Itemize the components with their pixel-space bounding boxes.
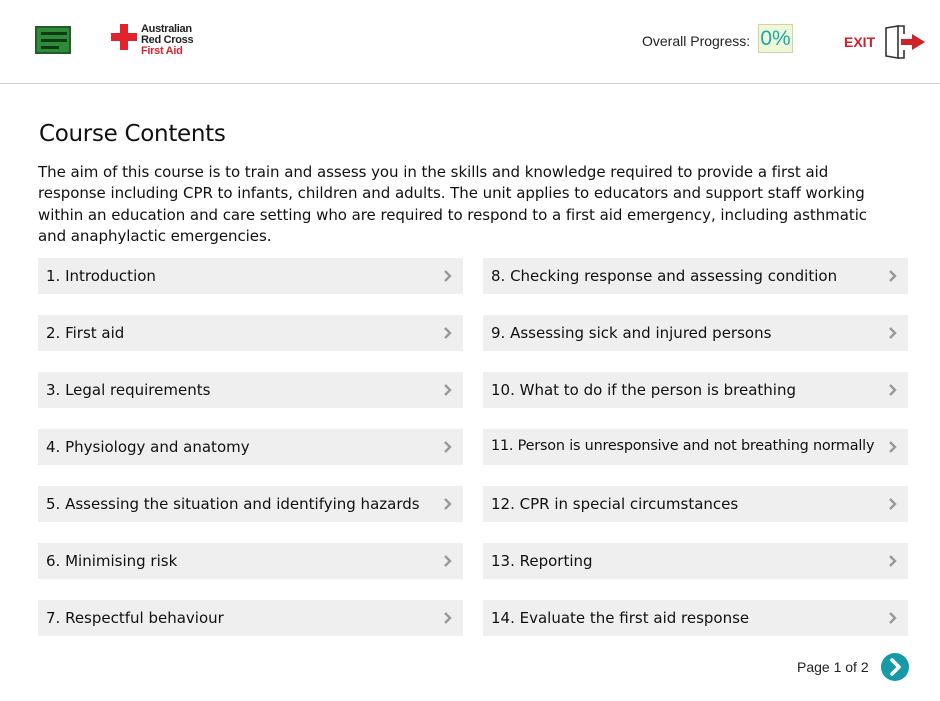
exit-door-arrow-icon [885, 25, 925, 59]
course-item[interactable]: 14. Evaluate the first aid response [483, 600, 908, 636]
app-header: Australian Red Cross First Aid Overall P… [0, 0, 940, 84]
course-contents-list: 1. Introduction 2. First aid 3. Legal re… [38, 258, 908, 638]
exit-button[interactable]: EXIT [844, 24, 930, 59]
course-item-label: 1. Introduction [46, 267, 156, 285]
course-item[interactable]: 7. Respectful behaviour [38, 600, 463, 636]
chevron-right-icon [444, 327, 452, 339]
progress-value: 0% [758, 24, 793, 53]
chevron-right-icon [444, 441, 452, 453]
chevron-right-circle-icon [890, 658, 901, 676]
menu-button[interactable] [35, 26, 71, 54]
chevron-right-icon [889, 612, 897, 624]
chevron-right-icon [444, 384, 452, 396]
progress-label: Overall Progress: [642, 33, 751, 49]
red-cross-logo: Australian Red Cross First Aid [111, 23, 211, 63]
page-indicator: Page 1 of 2 [797, 659, 869, 675]
course-intro-text: The aim of this course is to train and a… [38, 163, 868, 245]
hamburger-menu-icon [41, 32, 67, 35]
chevron-right-icon [889, 441, 897, 453]
course-item[interactable]: 9. Assessing sick and injured persons [483, 315, 908, 351]
exit-label: EXIT [844, 34, 876, 50]
course-item[interactable]: 1. Introduction [38, 258, 463, 294]
chevron-right-icon [889, 270, 897, 282]
course-item[interactable]: 3. Legal requirements [38, 372, 463, 408]
course-item-label: 10. What to do if the person is breathin… [491, 381, 796, 399]
chevron-right-icon [889, 384, 897, 396]
course-item-label: 13. Reporting [491, 552, 593, 570]
chevron-right-icon [889, 498, 897, 510]
course-item[interactable]: 2. First aid [38, 315, 463, 351]
red-cross-icon [111, 24, 137, 50]
course-item-label: 11. Person is unresponsive and not breat… [491, 438, 875, 454]
course-item[interactable]: 10. What to do if the person is breathin… [483, 372, 908, 408]
course-item[interactable]: 5. Assessing the situation and identifyi… [38, 486, 463, 522]
course-item-label: 14. Evaluate the first aid response [491, 609, 750, 627]
course-item[interactable]: 13. Reporting [483, 543, 908, 579]
course-item-label: 3. Legal requirements [46, 381, 211, 399]
course-item[interactable]: 12. CPR in special circumstances [483, 486, 908, 522]
course-item-label: 9. Assessing sick and injured persons [491, 324, 772, 342]
course-item-label: 2. First aid [46, 324, 125, 342]
chevron-right-icon [444, 270, 452, 282]
logo-text: Australian Red Cross First Aid [141, 24, 194, 57]
chevron-right-icon [889, 555, 897, 567]
logo-line-3: First Aid [141, 45, 183, 57]
menu-icon-line [41, 46, 59, 49]
course-item-label: 8. Checking response and assessing condi… [491, 267, 838, 285]
page-title: Course Contents [39, 121, 226, 147]
menu-icon-line [41, 39, 67, 42]
course-item[interactable]: 4. Physiology and anatomy [38, 429, 463, 465]
chevron-right-icon [889, 327, 897, 339]
course-item[interactable]: 6. Minimising risk [38, 543, 463, 579]
course-item[interactable]: 8. Checking response and assessing condi… [483, 258, 908, 294]
course-item-label: 12. CPR in special circumstances [491, 495, 739, 513]
chevron-right-icon [444, 555, 452, 567]
course-item-label: 6. Minimising risk [46, 552, 178, 570]
course-item-label: 4. Physiology and anatomy [46, 438, 250, 456]
chevron-right-icon [444, 612, 452, 624]
next-page-button[interactable] [881, 653, 909, 681]
course-item-label: 5. Assessing the situation and identifyi… [46, 495, 420, 513]
course-item-label: 7. Respectful behaviour [46, 609, 224, 627]
course-item[interactable]: 11. Person is unresponsive and not breat… [483, 429, 908, 465]
chevron-right-icon [444, 498, 452, 510]
